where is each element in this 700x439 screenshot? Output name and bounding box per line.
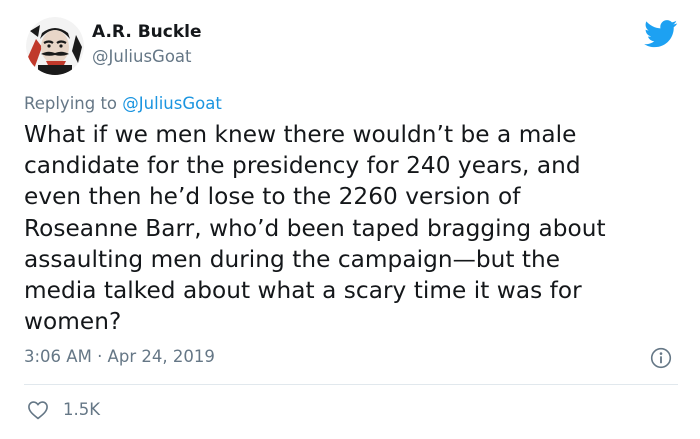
like-count[interactable]: 1.5K [63,400,100,419]
info-icon[interactable] [650,347,672,369]
avatar-image [26,17,84,75]
twitter-bird-icon[interactable] [644,20,678,48]
tweet-timestamp[interactable]: 3:06 AM · Apr 24, 2019 [24,347,215,366]
avatar[interactable] [26,17,84,75]
reply-context: Replying to @JuliusGoat [24,94,222,113]
author-display-name[interactable]: A.R. Buckle [92,22,202,42]
reply-prefix: Replying to [24,94,118,113]
tweet-card: A.R. Buckle @JuliusGoat Replying to @Jul… [0,0,700,439]
divider [24,384,678,385]
tweet-body: What if we men knew there wouldn’t be a … [24,121,606,336]
author-handle[interactable]: @JuliusGoat [92,47,192,66]
heart-icon[interactable] [27,400,49,420]
reply-mention-link[interactable]: @JuliusGoat [122,94,222,113]
